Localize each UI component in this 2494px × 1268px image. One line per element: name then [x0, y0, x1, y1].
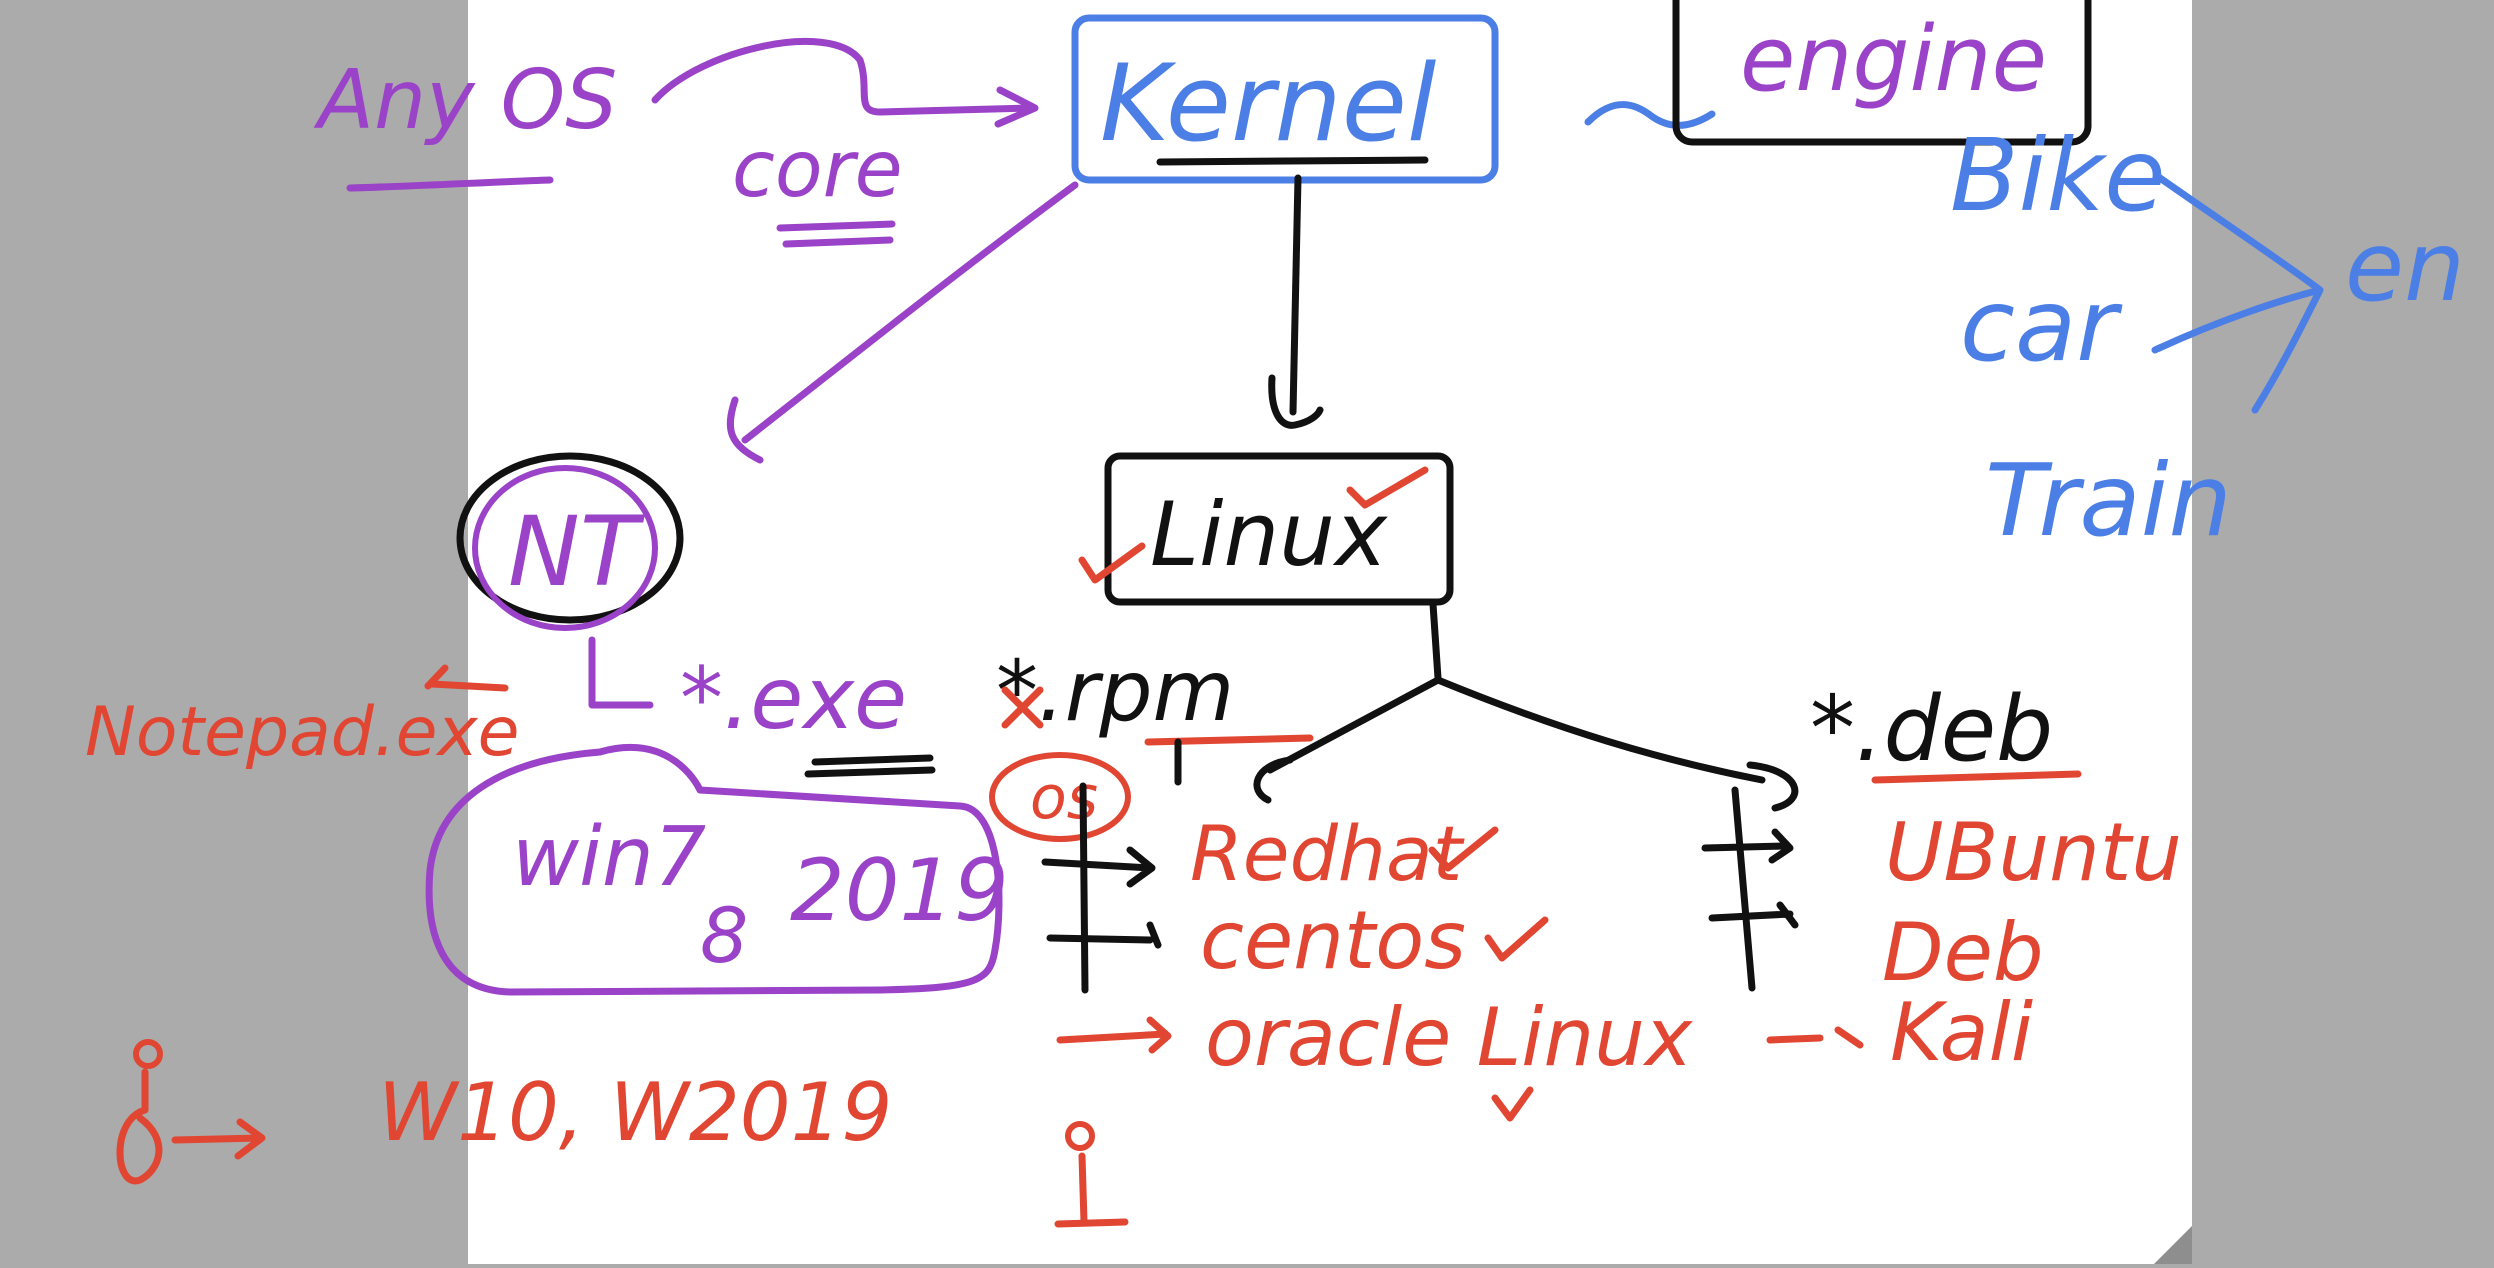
- label-en: en: [2345, 211, 2465, 323]
- label-kernel: Kernel: [1100, 42, 1436, 165]
- numeral-2: [116, 1068, 163, 1185]
- label-engine: engine: [1740, 7, 2047, 112]
- branch-linux-stem: [1429, 600, 1442, 682]
- rpm-underline: [1144, 734, 1314, 746]
- arrow-2-to-w10: [171, 1118, 266, 1160]
- label-any-os: Any OS: [313, 53, 617, 148]
- label-os: os: [1030, 763, 1098, 833]
- label-train: Train: [1985, 442, 2232, 559]
- label-win8: 8: [700, 891, 748, 980]
- core-underline-2: [782, 236, 894, 248]
- kernel-underline: [1156, 156, 1429, 166]
- numeral-2-dot: [133, 1039, 163, 1069]
- label-ubuntu: UBuntu: [1885, 806, 2182, 899]
- core-underline-1: [776, 220, 896, 232]
- whiteboard-canvas: Any OS core Kernel engine Bike car Train…: [0, 0, 2494, 1264]
- label-exe: *.exe: [680, 649, 907, 749]
- whiteboard-drawing: Any OS core Kernel engine Bike car Train…: [85, 0, 2465, 1264]
- label-rpm: *.rpm: [996, 642, 1234, 740]
- label-car: car: [1960, 267, 2123, 384]
- label-win7: win7: [512, 810, 706, 905]
- label-nt: NT: [508, 496, 645, 608]
- arrow-kernel-to-linux: [1289, 174, 1302, 416]
- label-notepad: Notepad.exe: [85, 693, 520, 772]
- exe-underline-2: [804, 766, 936, 778]
- label-centos: centos: [1200, 894, 1466, 987]
- label-oracle: oracle Linux: [1205, 991, 1694, 1084]
- label-redhat: Redhat: [1190, 809, 1466, 898]
- label-core: core: [732, 125, 903, 215]
- label-win2019: 2019: [790, 841, 1009, 941]
- label-linux: Linux: [1150, 483, 1388, 586]
- rpm-list-spine: [1079, 782, 1089, 994]
- label-w10: W10, W2019: [378, 1066, 892, 1159]
- label-kali: Kali: [1890, 986, 2033, 1079]
- exe-underline-1: [811, 754, 934, 766]
- label-deb-ext: *.deb: [1810, 677, 2053, 782]
- label-bike: Bike: [1950, 117, 2166, 234]
